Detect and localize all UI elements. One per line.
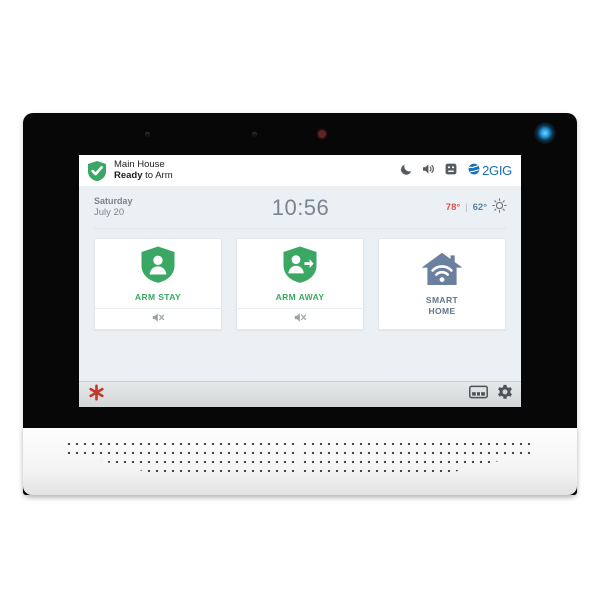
panel-square-icon[interactable] (445, 162, 457, 180)
shield-person-icon (140, 245, 176, 289)
brand-logo: 2GIG (468, 162, 512, 180)
ready-rest-label: to Arm (142, 169, 173, 181)
smart-home-label: SMART HOME (426, 295, 458, 317)
action-card-row: ARM STAY ARM AWAY SMART HOME (79, 229, 521, 330)
clock-label: 10:56 (271, 194, 330, 220)
asterisk-emergency-icon[interactable] (88, 383, 105, 406)
footer-icon-group (469, 384, 513, 405)
camera-lens-icon (318, 130, 326, 138)
microphone-hole-icon (145, 132, 150, 137)
device-top-bezel (23, 113, 577, 155)
weather-block[interactable]: 78° | 62° (387, 197, 507, 218)
smart-home-card-body[interactable]: SMART HOME (379, 239, 505, 329)
arm-away-card-body[interactable]: ARM AWAY (237, 239, 363, 308)
temperature-separator: | (465, 202, 468, 213)
ready-state-label: Ready to Arm (114, 169, 401, 182)
date-label: July 20 (94, 207, 125, 219)
sensor-hole-icon (252, 132, 257, 137)
speaker-grille-right (303, 442, 533, 482)
globe-icon (468, 162, 480, 180)
gear-icon[interactable] (497, 384, 513, 405)
speaker-grille-left (67, 442, 297, 482)
temperature-low-label: 62° (472, 202, 487, 213)
screen-header: Main House Ready to Arm 2GIG (79, 155, 521, 186)
speaker-muted-icon (294, 310, 307, 328)
weekday-label: Saturday (94, 195, 133, 206)
info-strip: Saturday July 20 10:56 78° | 62° (79, 186, 521, 229)
panel-status-text: Main House Ready to Arm (114, 159, 401, 182)
screen-footer-bar (79, 381, 521, 407)
keypad-icon[interactable] (469, 385, 488, 404)
house-wifi-icon (420, 251, 464, 292)
arm-away-label: ARM AWAY (275, 292, 325, 302)
shield-person-arrow-icon (282, 245, 318, 289)
ready-bold-label: Ready (114, 169, 143, 181)
arm-stay-silent-toggle[interactable] (95, 308, 221, 329)
status-led-indicator (534, 122, 556, 144)
smart-home-card[interactable]: SMART HOME (378, 238, 506, 330)
smart-home-label-line1: SMART (425, 294, 459, 305)
brand-name-label: 2GIG (482, 163, 512, 178)
sun-icon (492, 197, 507, 218)
touchscreen-display[interactable]: Main House Ready to Arm 2GIG Saturday Ju… (79, 155, 521, 407)
arm-stay-card[interactable]: ARM STAY (94, 238, 222, 330)
shield-check-icon (87, 160, 107, 182)
arm-stay-label: ARM STAY (134, 292, 182, 302)
arm-stay-card-body[interactable]: ARM STAY (95, 239, 221, 308)
arm-away-card[interactable]: ARM AWAY (236, 238, 364, 330)
moon-icon[interactable] (401, 162, 413, 180)
speaker-icon[interactable] (422, 162, 436, 180)
temperature-high-label: 78° (445, 202, 461, 213)
header-icon-group: 2GIG (401, 162, 512, 180)
speaker-muted-icon (152, 310, 165, 328)
arm-away-silent-toggle[interactable] (237, 308, 363, 329)
smart-home-label-line2: HOME (428, 306, 456, 316)
speaker-base (23, 428, 577, 495)
date-block: Saturday July 20 (94, 196, 214, 219)
